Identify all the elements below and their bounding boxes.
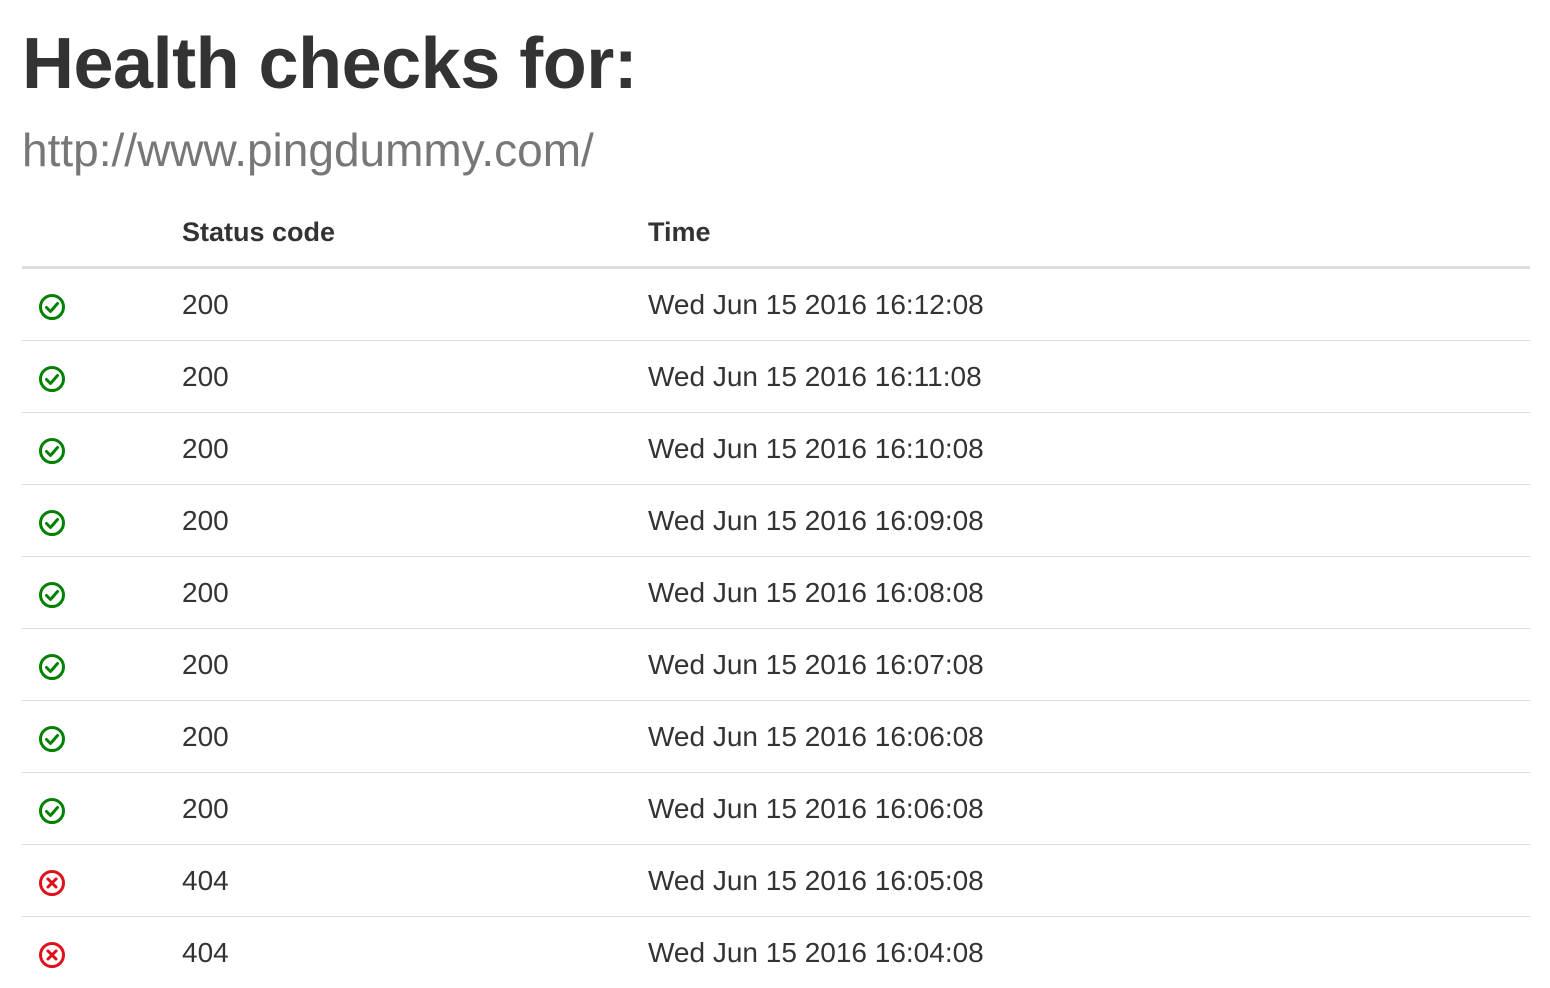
table-row: 200 Wed Jun 15 2016 16:10:08 — [22, 413, 1530, 485]
table-row: 404 Wed Jun 15 2016 16:04:08 — [22, 917, 1530, 988]
table-header-row: Status code Time — [22, 198, 1530, 268]
x-circle-icon — [38, 941, 66, 969]
time-cell: Wed Jun 15 2016 16:09:08 — [648, 485, 1530, 557]
time-cell: Wed Jun 15 2016 16:06:08 — [648, 701, 1530, 773]
status-code-cell: 200 — [182, 341, 648, 413]
table-row: 200 Wed Jun 15 2016 16:11:08 — [22, 341, 1530, 413]
status-icon-cell — [22, 845, 182, 917]
time-cell: Wed Jun 15 2016 16:06:08 — [648, 773, 1530, 845]
status-icon-cell — [22, 701, 182, 773]
page-title: Health checks for: — [22, 22, 637, 106]
check-circle-icon — [38, 293, 66, 321]
table-row: 200 Wed Jun 15 2016 16:12:08 — [22, 268, 1530, 341]
check-circle-icon — [38, 797, 66, 825]
time-cell: Wed Jun 15 2016 16:10:08 — [648, 413, 1530, 485]
table-row: 200 Wed Jun 15 2016 16:09:08 — [22, 485, 1530, 557]
table-row: 200 Wed Jun 15 2016 16:06:08 — [22, 701, 1530, 773]
table-row: 200 Wed Jun 15 2016 16:07:08 — [22, 629, 1530, 701]
table-row: 200 Wed Jun 15 2016 16:08:08 — [22, 557, 1530, 629]
time-cell: Wed Jun 15 2016 16:12:08 — [648, 268, 1530, 341]
check-circle-icon — [38, 509, 66, 537]
status-icon-cell — [22, 629, 182, 701]
status-code-cell: 404 — [182, 917, 648, 988]
header-time: Time — [648, 198, 1530, 268]
status-code-cell: 200 — [182, 413, 648, 485]
table-row: 200 Wed Jun 15 2016 16:06:08 — [22, 773, 1530, 845]
table-body: 200 Wed Jun 15 2016 16:12:08 200 Wed Jun… — [22, 268, 1530, 988]
status-code-cell: 200 — [182, 557, 648, 629]
check-circle-icon — [38, 437, 66, 465]
header-status-code: Status code — [182, 198, 648, 268]
status-icon-cell — [22, 341, 182, 413]
status-icon-cell — [22, 773, 182, 845]
status-icon-cell — [22, 268, 182, 341]
status-code-cell: 200 — [182, 485, 648, 557]
check-circle-icon — [38, 653, 66, 681]
status-code-cell: 200 — [182, 629, 648, 701]
time-cell: Wed Jun 15 2016 16:04:08 — [648, 917, 1530, 988]
header-status-icon — [22, 198, 182, 268]
status-code-cell: 200 — [182, 701, 648, 773]
check-circle-icon — [38, 365, 66, 393]
time-cell: Wed Jun 15 2016 16:08:08 — [648, 557, 1530, 629]
status-icon-cell — [22, 557, 182, 629]
check-circle-icon — [38, 581, 66, 609]
x-circle-icon — [38, 869, 66, 897]
status-code-cell: 200 — [182, 773, 648, 845]
time-cell: Wed Jun 15 2016 16:07:08 — [648, 629, 1530, 701]
time-cell: Wed Jun 15 2016 16:11:08 — [648, 341, 1530, 413]
check-circle-icon — [38, 725, 66, 753]
status-icon-cell — [22, 485, 182, 557]
status-icon-cell — [22, 917, 182, 988]
monitored-url: http://www.pingdummy.com/ — [22, 122, 594, 178]
table-row: 404 Wed Jun 15 2016 16:05:08 — [22, 845, 1530, 917]
time-cell: Wed Jun 15 2016 16:05:08 — [648, 845, 1530, 917]
status-code-cell: 404 — [182, 845, 648, 917]
health-checks-table: Status code Time 200 Wed Jun 15 2016 16:… — [22, 198, 1530, 988]
status-icon-cell — [22, 413, 182, 485]
table-header: Status code Time — [22, 198, 1530, 268]
status-code-cell: 200 — [182, 268, 648, 341]
